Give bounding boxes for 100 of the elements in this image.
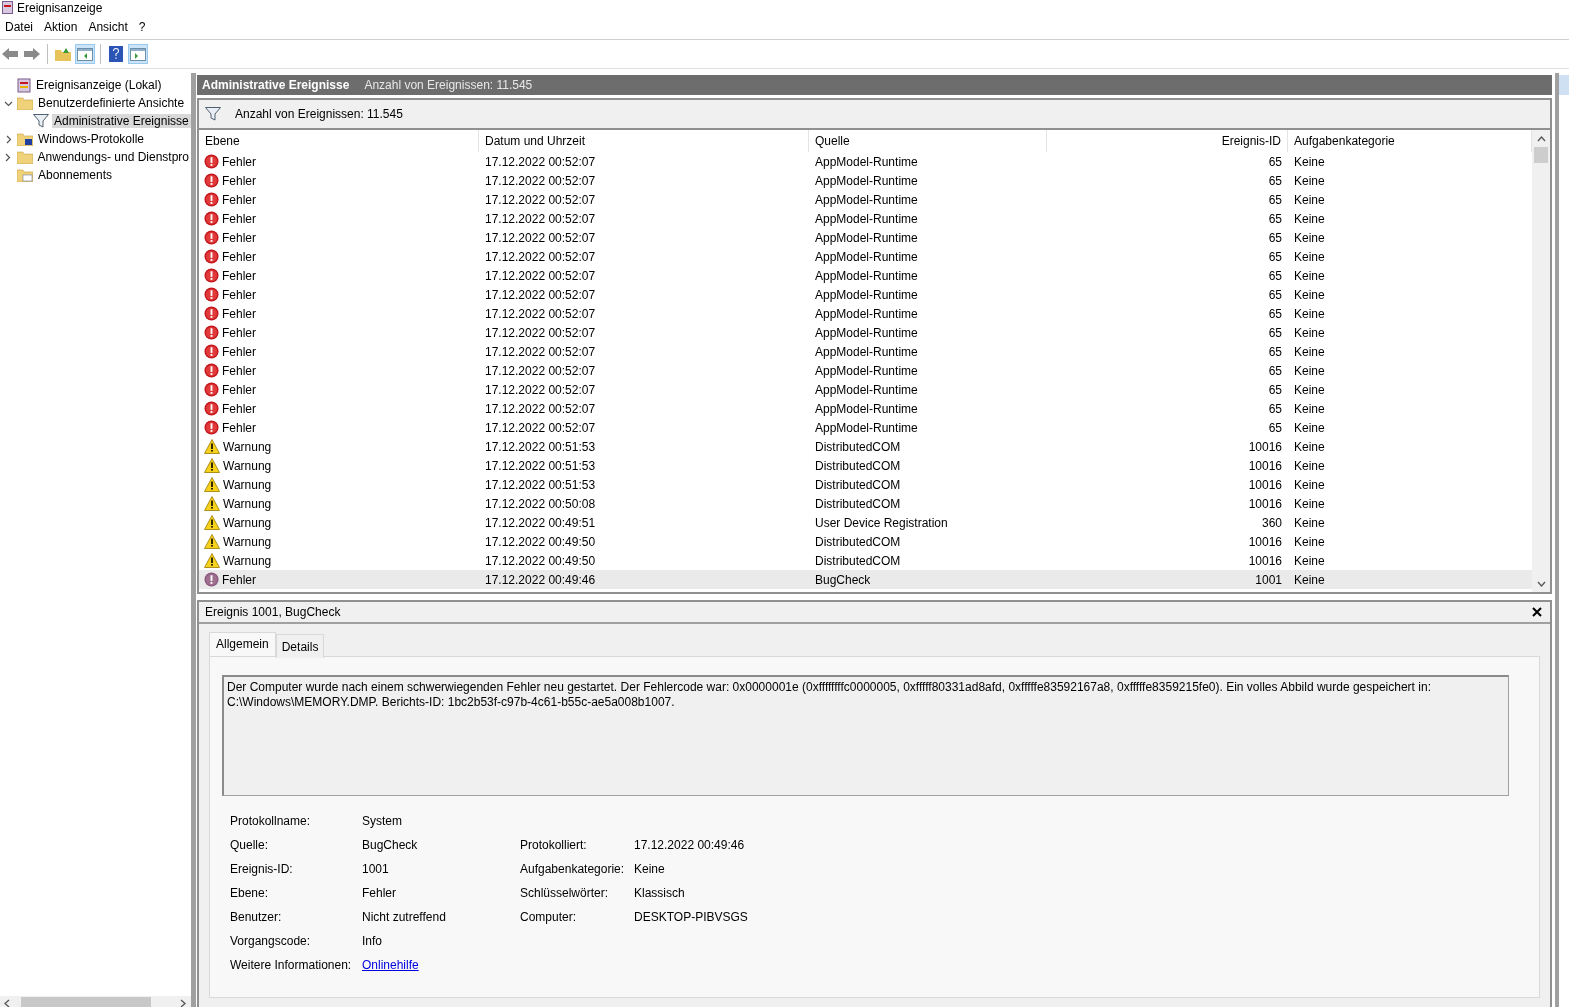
table-cell-text: Keine [1293, 496, 1326, 511]
filter-icon [205, 107, 221, 121]
tab[interactable]: Allgemein [209, 632, 276, 656]
error-icon [204, 382, 219, 397]
tree-item[interactable]: Administrative Ereignisse [52, 114, 191, 128]
table-cell-text: 65 [1267, 173, 1283, 188]
event-row[interactable]: Fehler 17.12.2022 00:52:07 AppModel-Runtime 65 Keine [199, 209, 1532, 228]
detail-title: Ereignis 1001, BugCheck [205, 605, 341, 619]
event-row[interactable]: Fehler 17.12.2022 00:52:07 AppModel-Runtime 65 Keine [199, 190, 1532, 209]
event-row[interactable]: Fehler 17.12.2022 00:52:07 AppModel-Runtime 65 Keine [199, 418, 1532, 437]
table-cell-text: 17.12.2022 00:52:07 [484, 325, 597, 340]
field-label: Schlüsselwörter: [520, 886, 609, 900]
tree-item[interactable]: Ereignisanzeige (Lokal) [34, 78, 164, 92]
tree-item[interactable]: Abonnements [36, 168, 115, 182]
tree-item[interactable]: Anwendungs- und Dienstpro [35, 150, 191, 164]
toolbar-button[interactable] [75, 44, 95, 64]
tree-item[interactable]: Benutzerdefinierte Ansichte [36, 96, 187, 110]
table-cell-text: AppModel-Runtime [814, 420, 919, 435]
field-label: Vorgangscode: [230, 934, 312, 948]
event-row[interactable]: Fehler 17.12.2022 00:52:07 AppModel-Runtime 65 Keine [199, 304, 1532, 323]
collapsed-chevron-icon[interactable] [3, 152, 13, 162]
table-cell: Fehler [222, 401, 256, 416]
table-cell-text: Keine [1293, 268, 1326, 283]
event-row[interactable]: Fehler 17.12.2022 00:52:07 AppModel-Runtime 65 Keine [199, 247, 1532, 266]
table-cell-text: AppModel-Runtime [814, 192, 919, 207]
menu-item[interactable]: Aktion [41, 20, 86, 34]
error-icon [204, 325, 219, 340]
table-cell-text: Keine [1293, 306, 1326, 321]
event-row[interactable]: Warnung 17.12.2022 00:49:50 DistributedCOM 10016 Keine [199, 532, 1532, 551]
filter-icon [33, 114, 49, 128]
menu-item[interactable]: ? [135, 20, 154, 34]
event-row[interactable]: Fehler 17.12.2022 00:52:07 AppModel-Runtime 65 Keine [199, 342, 1532, 361]
toolbar-button[interactable] [128, 44, 148, 64]
scroll-up-icon[interactable] [1536, 135, 1546, 143]
field-value: Keine [634, 862, 665, 876]
event-row[interactable]: Fehler 17.12.2022 00:52:07 AppModel-Runtime 65 Keine [199, 361, 1532, 380]
vertical-scrollbar[interactable] [1532, 130, 1550, 592]
event-row[interactable]: Fehler 17.12.2022 00:52:07 AppModel-Runtime 65 Keine [199, 323, 1532, 342]
table-cell-text: Keine [1293, 439, 1326, 454]
scroll-thumb[interactable] [1534, 147, 1548, 163]
event-row[interactable]: Warnung 17.12.2022 00:49:50 DistributedCOM 10016 Keine [199, 551, 1532, 570]
table-cell-text: 17.12.2022 00:52:07 [484, 230, 597, 245]
toolbar-button[interactable] [106, 44, 126, 64]
event-row[interactable]: Warnung 17.12.2022 00:51:53 DistributedCOM 10016 Keine [199, 456, 1532, 475]
filter-summary: Anzahl von Ereignissen: 11.545 [235, 107, 403, 121]
event-row[interactable]: Fehler 17.12.2022 00:52:07 AppModel-Runtime 65 Keine [199, 285, 1532, 304]
event-row[interactable]: Warnung 17.12.2022 00:51:53 DistributedCOM 10016 Keine [199, 437, 1532, 456]
event-row[interactable]: Warnung 17.12.2022 00:50:08 DistributedCOM 10016 Keine [199, 494, 1532, 513]
event-row[interactable]: Fehler 17.12.2022 00:52:07 AppModel-Runtime 65 Keine [199, 380, 1532, 399]
table-cell-text: 17.12.2022 00:52:07 [484, 192, 597, 207]
warning-icon [204, 515, 220, 530]
table-cell-text: Keine [1293, 249, 1326, 264]
error-icon [204, 154, 219, 169]
tab[interactable]: Details [275, 634, 325, 658]
scroll-left-icon[interactable] [3, 998, 11, 1007]
table-cell-text: Keine [1293, 173, 1326, 188]
field-label: Protokollname: [230, 814, 312, 828]
scroll-down-icon[interactable] [1536, 580, 1546, 588]
table-cell-text: 360 [1260, 515, 1283, 530]
column-header[interactable]: Ereignis-ID [1047, 130, 1288, 152]
menu-item[interactable]: Ansicht [85, 20, 136, 34]
table-cell-text: AppModel-Runtime [814, 306, 919, 321]
event-row[interactable]: Fehler 17.12.2022 00:52:07 AppModel-Runtime 65 Keine [199, 399, 1532, 418]
event-row[interactable]: Fehler 17.12.2022 00:52:07 AppModel-Runtime 65 Keine [199, 152, 1532, 171]
event-row[interactable]: Fehler 17.12.2022 00:52:07 AppModel-Runtime 65 Keine [199, 171, 1532, 190]
table-cell: Warnung [223, 477, 272, 492]
help-link[interactable]: Onlinehilfe [362, 958, 419, 972]
scroll-right-icon[interactable] [179, 998, 187, 1007]
table-cell-text: BugCheck [814, 572, 872, 587]
table-cell-text: Keine [1293, 382, 1326, 397]
table-cell-text: AppModel-Runtime [814, 344, 919, 359]
table-cell: Fehler [222, 344, 256, 359]
event-row[interactable]: Fehler 17.12.2022 00:52:07 AppModel-Runtime 65 Keine [199, 228, 1532, 247]
table-cell-text: 17.12.2022 00:52:07 [484, 401, 597, 416]
table-cell-text: 17.12.2022 00:52:07 [484, 382, 597, 397]
event-row[interactable]: Warnung 17.12.2022 00:51:53 DistributedCOM 10016 Keine [199, 475, 1532, 494]
table-cell-text: Keine [1293, 325, 1326, 340]
table-cell-text: Keine [1293, 458, 1326, 473]
horizontal-scrollbar[interactable] [0, 996, 191, 1007]
event-row[interactable]: Fehler 17.12.2022 00:49:46 BugCheck 1001 Keine [199, 570, 1532, 589]
event-row[interactable]: Fehler 17.12.2022 00:52:07 AppModel-Runtime 65 Keine [199, 266, 1532, 285]
table-cell-text: AppModel-Runtime [814, 173, 919, 188]
table-cell-text: AppModel-Runtime [814, 268, 919, 283]
table-cell-text: Keine [1293, 287, 1326, 302]
table-cell-text: 65 [1267, 154, 1283, 169]
error-icon [204, 306, 219, 321]
field-value: Fehler [362, 886, 396, 900]
table-cell-text: 17.12.2022 00:52:07 [484, 249, 597, 264]
tree-item[interactable]: Windows-Protokolle [36, 132, 147, 146]
warning-icon [204, 496, 220, 511]
menu-item[interactable]: Datei [2, 20, 41, 34]
table-cell-text: Keine [1293, 211, 1326, 226]
column-header[interactable]: Datum und Uhrzeit [479, 130, 809, 152]
table-cell-text: AppModel-Runtime [814, 154, 919, 169]
field-label: Benutzer: [230, 910, 283, 924]
table-cell-text: AppModel-Runtime [814, 287, 919, 302]
scroll-thumb[interactable] [21, 997, 151, 1007]
event-row[interactable]: Warnung 17.12.2022 00:49:51 User Device Registration 360 Keine [199, 513, 1532, 532]
column-header[interactable]: Quelle [809, 130, 1047, 152]
column-header[interactable]: Ebene [199, 130, 479, 152]
